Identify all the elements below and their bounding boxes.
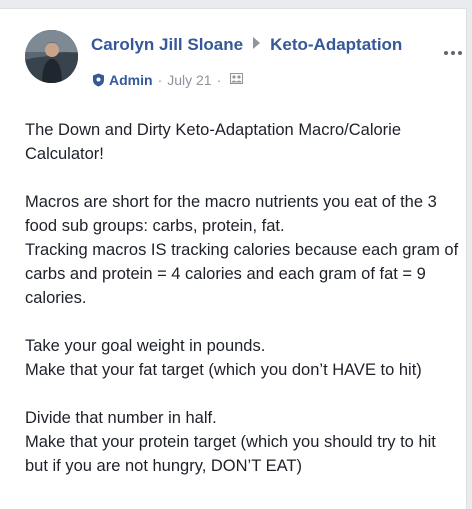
group-post: Carolyn Jill Sloane Keto-Adaptation Admin… (0, 9, 466, 509)
feed-scroll-rail (466, 8, 472, 509)
admin-label: Admin (109, 72, 153, 88)
post-line: Divide that number in half. (25, 409, 217, 427)
post-line: Tracking macros IS tracking calories bec… (25, 241, 459, 307)
post-line: Make that your protein target (which you… (25, 433, 436, 475)
post-date[interactable]: July 21 (167, 72, 211, 88)
group-name-link[interactable]: Keto-Adaptation (270, 35, 402, 54)
shield-icon (93, 73, 104, 87)
author-avatar[interactable] (25, 30, 78, 83)
admin-badge[interactable]: Admin (92, 72, 153, 88)
post-body: The Down and Dirty Keto-Adaptation Macro… (25, 118, 460, 478)
right-triangle-icon (253, 37, 261, 49)
post-line: Make that your fat target (which you don… (25, 361, 422, 379)
post-line: Macros are short for the macro nutrients… (25, 193, 437, 235)
post-header: Carolyn Jill Sloane Keto-Adaptation (91, 35, 402, 55)
post-line: Take your goal weight in pounds. (25, 337, 266, 355)
meta-separator: · (216, 72, 222, 88)
author-name[interactable]: Carolyn Jill Sloane (91, 35, 243, 54)
ellipsis-icon[interactable] (440, 47, 466, 61)
post-meta: Admin · July 21 · (92, 72, 244, 88)
post-line: The Down and Dirty Keto-Adaptation Macro… (25, 121, 402, 163)
group-members-icon[interactable] (230, 72, 244, 88)
meta-separator: · (157, 72, 163, 88)
page-top-strip (0, 0, 472, 9)
